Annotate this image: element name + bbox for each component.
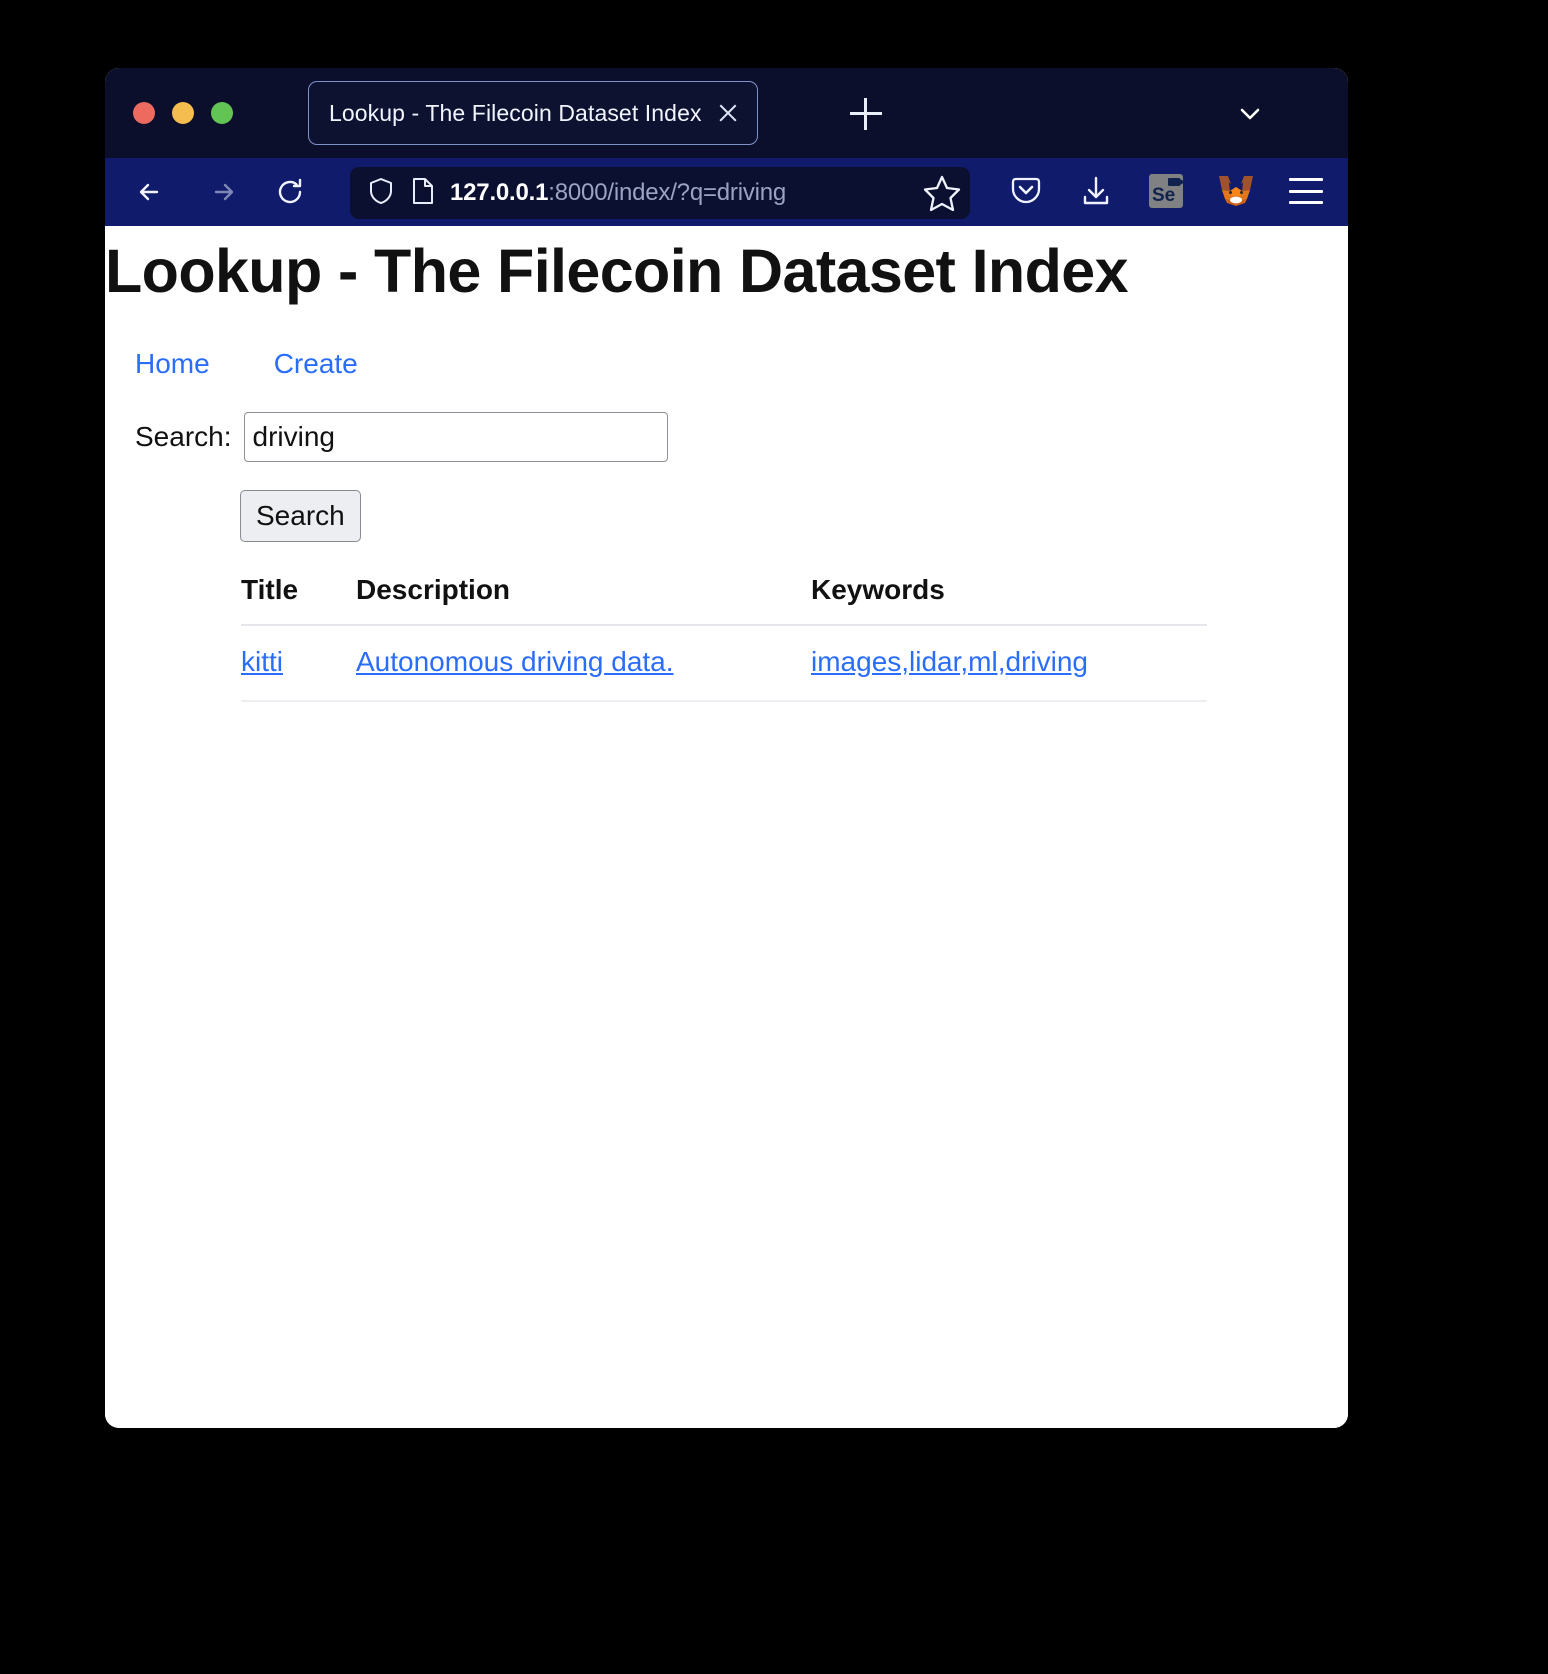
url-text: 127.0.0.1:8000/index/?q=driving (450, 179, 786, 207)
column-header-keywords: Keywords (811, 569, 1207, 626)
results-table-body: kitti Autonomous driving data. images,li… (241, 624, 1207, 702)
hamburger-bars (1289, 178, 1323, 204)
browser-tab-active[interactable]: Lookup - The Filecoin Dataset Index (308, 81, 758, 145)
site-nav: Home Create (135, 348, 1348, 380)
window-minimize-button[interactable] (172, 102, 194, 124)
plus-icon[interactable] (850, 98, 882, 130)
selenium-badge: Se (1149, 174, 1185, 208)
chevron-down-icon[interactable] (1236, 100, 1264, 128)
navigation-buttons (129, 169, 313, 215)
download-icon[interactable] (1074, 169, 1118, 213)
forward-arrow-icon[interactable] (198, 169, 244, 215)
back-arrow-icon[interactable] (129, 169, 175, 215)
nav-link-create[interactable]: Create (274, 348, 358, 380)
table-row: kitti Autonomous driving data. images,li… (241, 624, 1207, 702)
browser-tab-title: Lookup - The Filecoin Dataset Index (329, 99, 702, 126)
toolbar-extension-icons: Se (1004, 169, 1328, 213)
cell-description: Autonomous driving data. (356, 624, 811, 702)
cell-keywords: images,lidar,ml,driving (811, 624, 1207, 702)
column-header-title: Title (241, 569, 356, 626)
window-traffic-lights (133, 102, 233, 124)
tab-strip: Lookup - The Filecoin Dataset Index (105, 68, 1348, 158)
search-form: Search: (135, 411, 1348, 462)
url-path: :8000/index/?q=driving (548, 179, 787, 206)
nav-link-home[interactable]: Home (135, 348, 210, 380)
url-bar[interactable]: 127.0.0.1:8000/index/?q=driving (350, 167, 970, 219)
results-table-head: Title Description Keywords (241, 569, 1207, 626)
star-icon[interactable] (921, 172, 963, 214)
page-document-icon[interactable] (410, 176, 436, 211)
reload-icon[interactable] (267, 169, 313, 215)
results-table: Title Description Keywords kitti Autonom… (241, 569, 1207, 702)
table-header-row: Title Description Keywords (241, 569, 1207, 626)
browser-window: Lookup - The Filecoin Dataset Index 127.… (105, 68, 1348, 1428)
search-button[interactable]: Search (240, 489, 361, 542)
selenium-label: Se (1152, 185, 1176, 206)
shield-icon[interactable] (366, 176, 396, 211)
page-title: Lookup - The Filecoin Dataset Index (105, 237, 1129, 305)
selenium-ide-icon[interactable]: Se (1144, 169, 1188, 213)
window-zoom-button[interactable] (211, 102, 233, 124)
camera-glyph (1168, 178, 1185, 186)
metamask-fox-icon[interactable] (1214, 169, 1258, 213)
result-keywords-link[interactable]: images,lidar,ml,driving (811, 646, 1088, 677)
pocket-icon[interactable] (1004, 169, 1048, 213)
close-icon[interactable] (716, 101, 740, 125)
result-title-link[interactable]: kitti (241, 646, 283, 677)
search-input[interactable] (243, 411, 668, 462)
search-label: Search: (135, 420, 232, 452)
hamburger-menu-icon[interactable] (1284, 169, 1328, 213)
cell-title: kitti (241, 624, 356, 702)
window-close-button[interactable] (133, 102, 155, 124)
browser-toolbar: 127.0.0.1:8000/index/?q=driving Se (105, 158, 1348, 226)
result-description-link[interactable]: Autonomous driving data. (356, 646, 674, 677)
page-content: Lookup - The Filecoin Dataset Index Home… (105, 226, 1348, 1428)
column-header-description: Description (356, 569, 811, 626)
url-host: 127.0.0.1 (450, 179, 549, 206)
